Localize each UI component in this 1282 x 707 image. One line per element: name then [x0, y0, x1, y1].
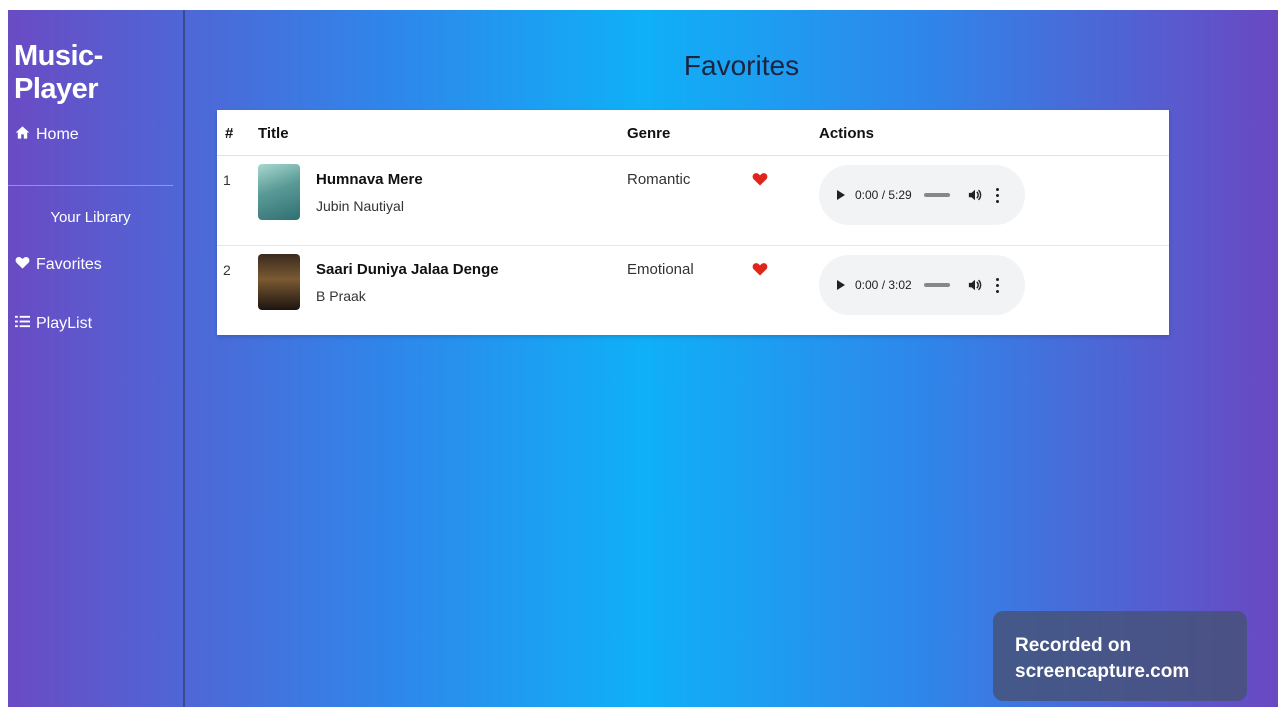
home-icon: [15, 125, 30, 145]
column-header-actions: Actions: [819, 125, 875, 142]
table-row: 1 Humnava Mere Jubin Nautiyal Romantic 0…: [217, 155, 1169, 246]
seek-bar[interactable]: [923, 193, 950, 197]
sidebar-item-label: Home: [36, 126, 79, 143]
sidebar-item-playlist[interactable]: PlayList: [15, 314, 92, 334]
watermark-line-2: screencapture.com: [1015, 661, 1190, 682]
sidebar-item-label: Favorites: [36, 256, 102, 273]
sidebar-item-home[interactable]: Home: [15, 125, 79, 145]
favorites-table: # Title Genre Actions 1 Humnava Mere Jub…: [217, 110, 1169, 335]
audio-player: 0:00 / 5:29: [819, 165, 1025, 225]
album-cover: [258, 164, 300, 220]
page-title: Favorites: [683, 50, 800, 81]
more-options-icon[interactable]: [995, 277, 1000, 293]
sidebar-item-label: PlayList: [36, 315, 93, 332]
list-icon: [15, 314, 30, 334]
time-display: 0:00 / 5:29: [855, 188, 912, 202]
library-heading: Your Library: [50, 209, 131, 226]
song-artist: Jubin Nautiyal: [316, 198, 404, 214]
more-options-icon[interactable]: [995, 187, 1000, 203]
column-header-genre: Genre: [627, 125, 671, 142]
app-frame: Music-Player Home Your Library Favorites…: [8, 10, 1278, 707]
row-index: 1: [223, 172, 231, 188]
song-genre: Emotional: [627, 261, 694, 278]
sidebar: Music-Player Home Your Library Favorites…: [8, 10, 185, 707]
column-header-title: Title: [258, 125, 289, 142]
sidebar-item-favorites[interactable]: Favorites: [15, 255, 102, 275]
volume-icon[interactable]: [968, 188, 982, 202]
song-artist: B Praak: [316, 288, 366, 304]
audio-player: 0:00 / 3:02: [819, 255, 1025, 315]
song-title: Saari Duniya Jalaa Denge: [316, 261, 499, 278]
brand-logo: Music-Player: [14, 40, 103, 105]
seek-bar[interactable]: [923, 283, 950, 287]
song-title: Humnava Mere: [316, 171, 423, 188]
table-header: # Title Genre Actions: [217, 110, 1169, 156]
heart-icon: [15, 255, 30, 275]
song-genre: Romantic: [627, 171, 691, 188]
sidebar-divider: [8, 185, 173, 186]
watermark-line-1: Recorded on: [1015, 635, 1132, 656]
volume-icon[interactable]: [968, 278, 982, 292]
favorite-heart-icon[interactable]: [752, 261, 768, 277]
play-icon[interactable]: [837, 280, 845, 290]
table-row: 2 Saari Duniya Jalaa Denge B Praak Emoti…: [217, 245, 1169, 335]
time-display: 0:00 / 3:02: [855, 278, 912, 292]
favorite-heart-icon[interactable]: [752, 171, 768, 187]
play-icon[interactable]: [837, 190, 845, 200]
album-cover: [258, 254, 300, 310]
recording-watermark: Recorded on screencapture.com: [993, 611, 1247, 701]
row-index: 2: [223, 262, 231, 278]
column-header-index: #: [225, 125, 234, 142]
